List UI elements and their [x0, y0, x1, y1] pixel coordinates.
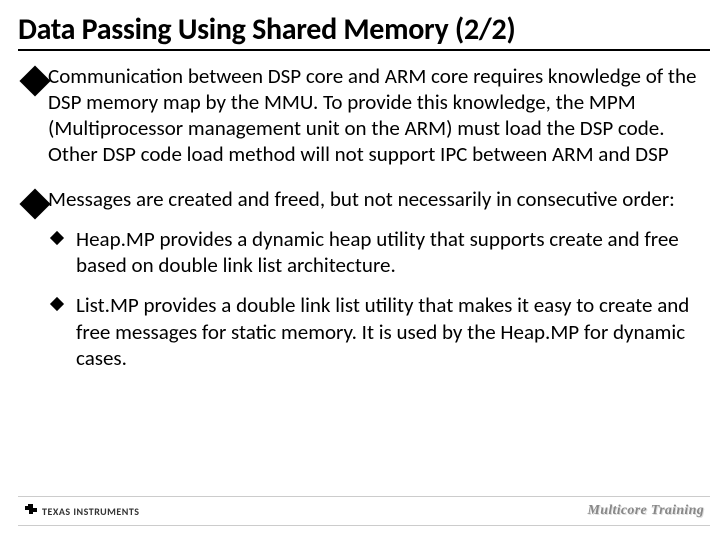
ti-logo: TEXAS INSTRUMENTS	[24, 503, 139, 519]
slide-footer: TEXAS INSTRUMENTS Multicore Training	[18, 496, 710, 526]
bullet-text: Messages are created and freed, but not …	[48, 186, 675, 212]
bullet-text: Communication between DSP core and ARM c…	[48, 63, 696, 168]
chip-icon	[24, 503, 38, 519]
footer-brand: Multicore Training	[587, 503, 704, 519]
title-underline	[18, 49, 710, 51]
bullet-item: Messages are created and freed, but not …	[18, 186, 710, 372]
sub-bullet-item: List.MP provides a double link list util…	[48, 292, 710, 371]
ti-logo-text: TEXAS INSTRUMENTS	[42, 505, 139, 518]
bullet-item: Communication between DSP core and ARM c…	[18, 63, 710, 168]
sub-bullet-list: Heap.MP provides a dynamic heap utility …	[48, 226, 710, 371]
sub-bullet-text: List.MP provides a double link list util…	[76, 292, 689, 371]
sub-bullet-text: Heap.MP provides a dynamic heap utility …	[76, 226, 679, 278]
slide-title: Data Passing Using Shared Memory (2/2)	[18, 14, 710, 46]
slide: Data Passing Using Shared Memory (2/2) C…	[0, 0, 720, 540]
bullet-list: Communication between DSP core and ARM c…	[18, 63, 710, 372]
sub-bullet-item: Heap.MP provides a dynamic heap utility …	[48, 226, 710, 279]
